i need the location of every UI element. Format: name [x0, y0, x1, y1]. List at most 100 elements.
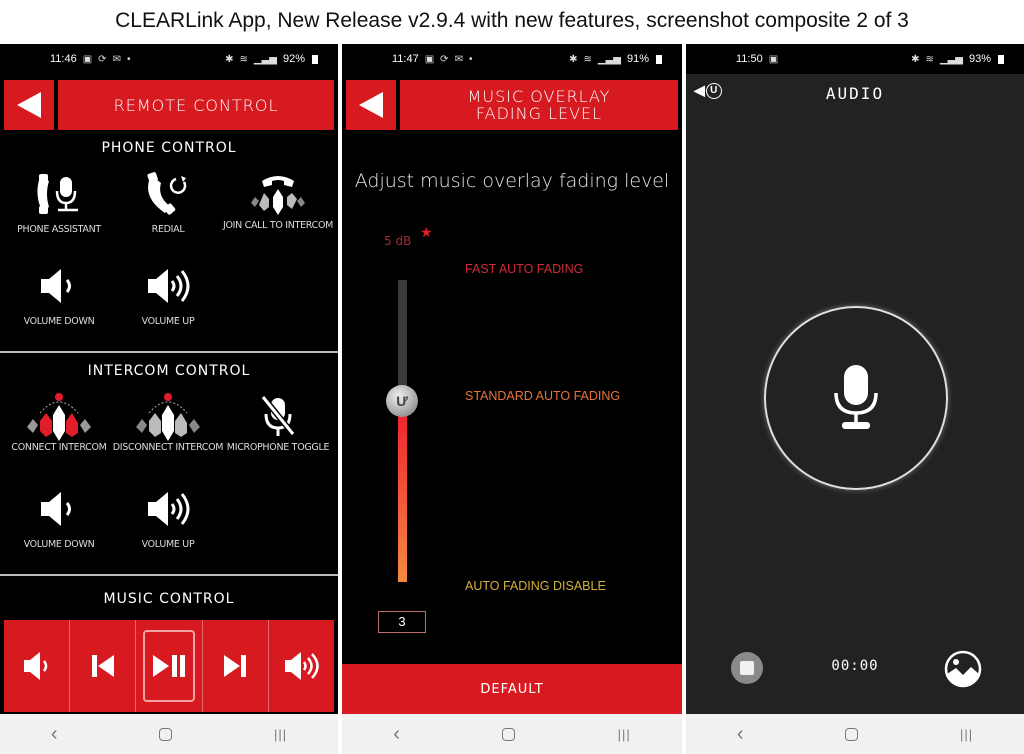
mic-off-icon — [222, 392, 334, 440]
level-label-disable: AUTO FADING DISABLE — [465, 579, 606, 593]
sync-icon: ⟳ — [98, 53, 107, 65]
composite-caption: CLEARLink App, New Release v2.9.4 with n… — [115, 9, 909, 32]
mail-icon: ✉ — [112, 53, 121, 65]
volume-up-icon — [285, 652, 320, 680]
nav-recents-button[interactable]: ||| — [960, 727, 973, 742]
status-bar: 11:46 ▣ ⟳ ✉ • ✱ ≋ ▁▃▅ 92% — [0, 44, 338, 74]
section-divider — [0, 351, 338, 353]
previous-track-icon — [91, 655, 114, 677]
nav-home-button[interactable] — [845, 727, 859, 741]
volume-down-button[interactable]: VOLUME DOWN — [3, 262, 115, 327]
intercom-volume-up-button[interactable]: VOLUME UP — [112, 485, 224, 550]
slider-handle[interactable]: Ư — [386, 384, 418, 417]
next-track-icon — [224, 655, 247, 677]
nav-recents-button[interactable]: ||| — [274, 727, 287, 742]
slider-max-label: 5 dB — [384, 234, 412, 248]
battery-icon — [998, 54, 1004, 64]
gallery-icon: ▣ — [82, 53, 93, 65]
instruction-text: Adjust music overlay fading level — [354, 170, 670, 192]
clearlink-logo-icon: Ư — [396, 392, 408, 409]
intercom-volume-down-button[interactable]: VOLUME DOWN — [3, 485, 115, 550]
level-label-standard: STANDARD AUTO FADING — [465, 389, 621, 403]
level-label-fast: FAST AUTO FADING — [465, 262, 584, 276]
gallery-icon — [944, 650, 982, 688]
star-icon: ★ — [420, 224, 433, 240]
status-time: 11:47 — [392, 53, 419, 65]
join-call-intercom-icon — [222, 170, 334, 218]
mail-icon: ✉ — [454, 53, 463, 65]
bluetooth-icon: ✱ — [911, 53, 920, 65]
page-title-line2: FADING LEVEL — [475, 104, 603, 123]
nav-back-button[interactable]: ‹ — [393, 723, 400, 746]
page-title: MUSIC OVERLAY FADING LEVEL — [400, 80, 678, 130]
volume-down-icon — [23, 652, 47, 680]
back-button[interactable] — [346, 80, 396, 130]
gallery-icon: ▣ — [768, 53, 779, 65]
control-label: REDIAL — [151, 224, 185, 235]
microphone-icon — [834, 365, 878, 429]
nav-back-button[interactable]: ‹ — [737, 723, 744, 746]
page-title-line1: MUSIC OVERLAY — [467, 87, 611, 106]
redial-button[interactable]: REDIAL — [112, 170, 224, 235]
default-button[interactable]: DEFAULT — [342, 664, 682, 714]
music-volume-up-button[interactable] — [269, 620, 334, 712]
phone-assistant-button[interactable]: PHONE ASSISTANT — [3, 170, 115, 235]
control-label: DISCONNECT INTERCOM — [112, 442, 224, 453]
music-volume-down-button[interactable] — [4, 620, 71, 712]
gallery-icon: ▣ — [424, 53, 435, 65]
section-title-phone-control: PHONE CONTROL — [101, 140, 237, 156]
record-button[interactable] — [764, 306, 948, 490]
system-nav-bar: ‹ ||| — [0, 714, 338, 754]
system-nav-bar: ‹ ||| — [342, 714, 682, 754]
wifi-icon: ≋ — [239, 53, 248, 65]
bluetooth-icon: ✱ — [225, 53, 234, 65]
sync-icon: ⟳ — [440, 53, 449, 65]
volume-up-button[interactable]: VOLUME UP — [112, 262, 224, 327]
wifi-icon: ≋ — [925, 53, 934, 65]
battery-icon — [312, 54, 318, 64]
disconnect-intercom-icon — [112, 392, 224, 441]
nav-back-button[interactable]: ‹ — [51, 723, 58, 746]
connect-intercom-button[interactable]: CONNECT INTERCOM — [3, 392, 115, 453]
triangle-left-icon — [17, 92, 41, 118]
status-time: 11:50 — [736, 53, 763, 65]
status-bar: 11:47 ▣ ⟳ ✉ • ✱ ≋ ▁▃▅ 91% — [342, 44, 682, 74]
gallery-button[interactable] — [944, 650, 982, 688]
signal-icon: ▁▃▅ — [939, 53, 963, 65]
battery-icon — [656, 54, 662, 64]
system-nav-bar: ‹ ||| — [686, 714, 1024, 754]
audio-header: ◀ U AUDIO — [686, 74, 1024, 112]
phone-redial-icon — [112, 170, 224, 218]
signal-icon: ▁▃▅ — [253, 53, 277, 65]
play-pause-button[interactable] — [136, 620, 203, 712]
next-track-button[interactable] — [203, 620, 269, 712]
nav-home-button[interactable] — [159, 727, 173, 741]
dot-icon: • — [468, 53, 473, 65]
microphone-toggle-button[interactable]: MICROPHONE TOGGLE — [222, 392, 334, 453]
control-label: VOLUME UP — [141, 539, 195, 550]
nav-home-button[interactable] — [502, 727, 516, 741]
phone-mic-icon — [3, 170, 115, 218]
section-title-music-control: MUSIC CONTROL — [103, 591, 235, 607]
join-call-intercom-button[interactable]: JOIN CALL TO INTERCOM — [222, 170, 334, 231]
play-pause-icon — [153, 655, 185, 677]
battery-percent: 91% — [626, 53, 649, 65]
signal-icon: ▁▃▅ — [597, 53, 621, 65]
connect-intercom-icon — [3, 392, 115, 441]
slider-value: 3 — [378, 611, 426, 633]
control-label: VOLUME UP — [141, 316, 195, 327]
bluetooth-icon: ✱ — [569, 53, 578, 65]
control-label: CONNECT INTERCOM — [11, 442, 107, 453]
status-bar: 11:50 ▣ ✱ ≋ ▁▃▅ 93% — [686, 44, 1024, 74]
volume-down-icon — [3, 262, 115, 310]
page-title: REMOTE CONTROL — [58, 80, 334, 130]
previous-track-button[interactable] — [70, 620, 137, 712]
music-control-bar — [4, 620, 334, 712]
disconnect-intercom-button[interactable]: DISCONNECT INTERCOM — [112, 392, 224, 453]
back-button[interactable] — [4, 80, 54, 130]
control-label: MICROPHONE TOGGLE — [226, 442, 330, 453]
control-label: PHONE ASSISTANT — [17, 224, 101, 235]
nav-recents-button[interactable]: ||| — [618, 727, 631, 742]
remote-control-screen: 11:46 ▣ ⟳ ✉ • ✱ ≋ ▁▃▅ 92% REMOTE CONTROL… — [0, 44, 338, 754]
control-label: VOLUME DOWN — [23, 316, 95, 327]
